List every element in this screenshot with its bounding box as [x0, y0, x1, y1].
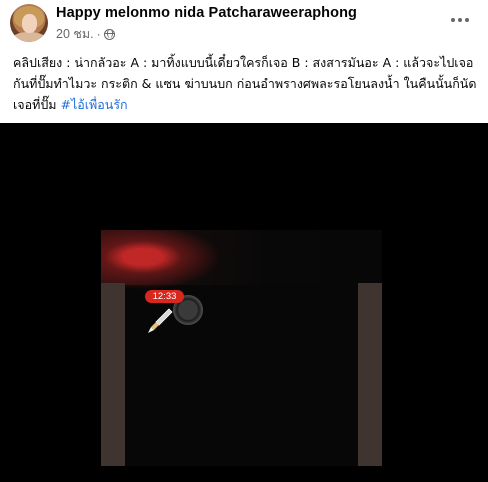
- facebook-post: Happy melonmo nida Patcharaweeraphong 20…: [0, 0, 488, 482]
- avatar-shoulder: [12, 32, 46, 42]
- video-player[interactable]: 12:33: [0, 123, 488, 482]
- post-header: Happy melonmo nida Patcharaweeraphong 20…: [0, 0, 488, 44]
- left-frame-bar: [101, 283, 125, 466]
- video-frame: 12:33: [101, 230, 382, 466]
- right-frame-bar: [358, 283, 382, 466]
- avatar-face: [22, 14, 37, 33]
- hashtag-link[interactable]: #ไอ้เพื่อนรัก: [61, 97, 128, 112]
- more-options-button[interactable]: [448, 8, 472, 32]
- author-avatar[interactable]: [10, 4, 48, 42]
- more-dot-icon: [451, 18, 455, 22]
- more-dot-icon: [458, 18, 462, 22]
- more-dot-icon: [465, 18, 469, 22]
- knife-icon: [148, 308, 173, 333]
- post-meta: 20 ชม. ·: [56, 24, 115, 44]
- call-time-pill: 12:33: [145, 290, 184, 303]
- red-light-glow: [101, 230, 221, 290]
- post-caption: คลิปเสียง : น่ากลัวอะ A : มาทิ้งแบบนี้เด…: [13, 52, 479, 115]
- meta-separator: ·: [96, 27, 101, 41]
- post-timestamp[interactable]: 20 ชม.: [56, 24, 94, 44]
- globe-icon[interactable]: [103, 28, 115, 40]
- author-name[interactable]: Happy melonmo nida Patcharaweeraphong: [56, 5, 357, 21]
